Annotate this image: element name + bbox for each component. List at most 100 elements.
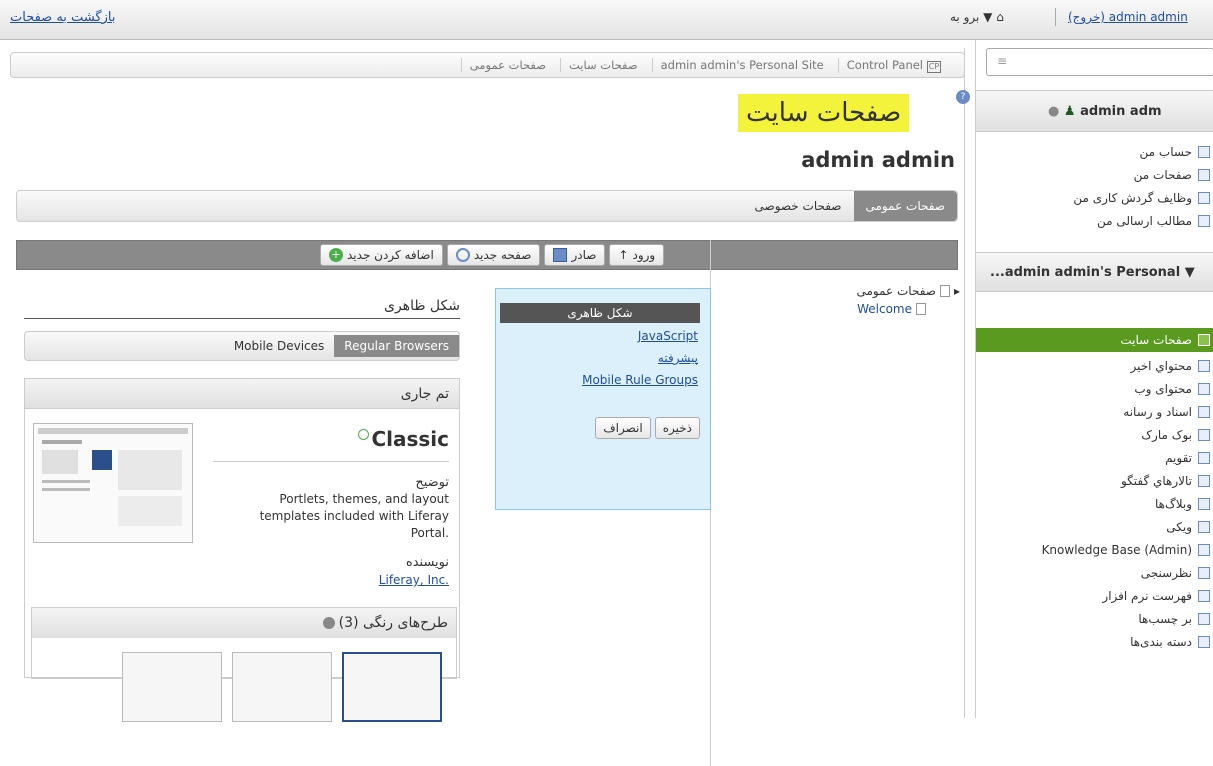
sidebar-item-label: وبلاگ‌ها (1154, 496, 1192, 511)
device-tabs: Regular Browsers Mobile Devices (24, 331, 460, 361)
appearance-title: شکل ظاهری (24, 298, 460, 319)
divider (1055, 8, 1056, 26)
arrow-up-icon: ↑ (618, 248, 629, 262)
nav-item-appearance[interactable]: شکل ظاهری (500, 303, 700, 323)
help-icon[interactable]: ? (956, 90, 970, 104)
main-content: CP Control Panel admin admin's Personal S… (10, 48, 970, 766)
control-panel-icon: CP (927, 60, 941, 73)
sidebar-item-tags[interactable]: بر چسب‌ها (976, 607, 1213, 630)
top-bar: بازگشت به صفحات ⌂ ▼ برو به admin admin (… (0, 0, 1213, 40)
sidebar-item-my-workflow[interactable]: وظایف گردش کاری من (976, 186, 1213, 209)
goto-menu[interactable]: ⌂ ▼ برو به (950, 10, 1004, 24)
submissions-icon (1198, 214, 1210, 227)
search-input[interactable]: ≡ (986, 48, 1213, 76)
back-to-pages-link[interactable]: بازگشت به صفحات (10, 10, 115, 25)
theme-selected-radio[interactable] (358, 429, 370, 440)
user-title: admin admin (801, 148, 955, 172)
sidebar-item-label: بر چسب‌ها (1138, 611, 1192, 626)
add-page-label: صفحه جدید (473, 248, 532, 262)
author-link[interactable]: Liferay, Inc. (379, 573, 449, 587)
site-selector-label: ...admin admin's Personal ▼ (990, 265, 1195, 280)
sidebar-item-label: محتوای وب (1134, 381, 1192, 396)
user-link[interactable]: admin admin (خروج) (1068, 10, 1188, 24)
breadcrumb-personal-site[interactable]: admin admin's Personal Site (651, 58, 832, 72)
color-scheme-thumb[interactable] (342, 652, 442, 722)
sidebar-user[interactable]: ● ♟ admin adm (976, 90, 1213, 132)
toolbar: ورود ↑ صادر صفحه جدید اضافه کردن جدید + (320, 244, 665, 266)
content-list: محتواي اخير محتوای وب اسناد و رسانه بوک … (976, 354, 1213, 653)
wiki-icon (1198, 520, 1210, 533)
sidebar-item-blogs[interactable]: وبلاگ‌ها (976, 492, 1213, 515)
expand-icon[interactable]: ▸ (954, 284, 960, 298)
tree-child-welcome[interactable]: Welcome (720, 302, 926, 316)
add-page-button[interactable]: صفحه جدید (446, 244, 541, 266)
sidebar-item-message-boards[interactable]: تالارهاي گفتگو (976, 469, 1213, 492)
menu-icon: ≡ (997, 54, 1008, 68)
cancel-button[interactable]: انصراف (595, 417, 651, 439)
sidebar-item-documents[interactable]: اسناد و رسانه (976, 400, 1213, 423)
nav-link-mobile-rule-groups[interactable]: Mobile Rule Groups (582, 373, 698, 387)
color-scheme-thumb[interactable] (232, 652, 332, 722)
export-button[interactable]: صادر (544, 244, 606, 266)
save-button[interactable]: ذخیره (654, 417, 700, 439)
sidebar-item-my-pages[interactable]: صفحات من (976, 163, 1213, 186)
form-buttons: ذخیره انصراف (595, 417, 700, 439)
nav-link-advanced[interactable]: پیشرفته (658, 351, 698, 365)
sidebar-item-label: محتواي اخير (1130, 358, 1192, 373)
sidebar-item-my-submissions[interactable]: مطالب ارسالی من (976, 209, 1213, 232)
breadcrumb-control-panel[interactable]: CP Control Panel (837, 57, 949, 73)
sidebar-user-name: admin adm (1080, 104, 1162, 119)
add-new-button[interactable]: اضافه کردن جدید + (320, 244, 443, 266)
sidebar-item-knowledge-base[interactable]: (Knowledge Base (Admin (976, 538, 1213, 561)
home-icon: ⌂ (996, 10, 1004, 24)
breadcrumb-public-pages[interactable]: صفحات عمومی (460, 58, 554, 72)
tab-public-pages[interactable]: صفحات عمومی (853, 191, 957, 221)
sidebar-item-my-account[interactable]: حساب من (976, 140, 1213, 163)
tab-regular-browsers[interactable]: Regular Browsers (334, 335, 459, 357)
sidebar-item-label: حساب من (1139, 144, 1192, 159)
pages-tree: ▸ صفحات عمومی Welcome (720, 284, 960, 316)
sidebar-item-web-content[interactable]: محتوای وب (976, 377, 1213, 400)
nav-link-javascript[interactable]: JavaScript (638, 329, 698, 343)
tree-root[interactable]: ▸ صفحات عمومی (720, 284, 960, 298)
sidebar-item-software-catalog[interactable]: فهرست نرم افزار (976, 584, 1213, 607)
color-schemes-box: طرح‌های رنگی (3) (31, 607, 457, 722)
pages-tabs: صفحات عمومی صفحات خصوصی (16, 190, 958, 222)
add-new-label: اضافه کردن جدید (347, 248, 434, 262)
theme-preview-image (38, 428, 188, 526)
sidebar-item-label: تالارهاي گفتگو (1120, 473, 1192, 488)
sidebar-item-categories[interactable]: دسته بندی‌ها (976, 630, 1213, 653)
sidebar-item-bookmarks[interactable]: بوک مارک (976, 423, 1213, 446)
tree-child-label[interactable]: Welcome (857, 302, 912, 316)
sidebar-item-wiki[interactable]: ویکی (976, 515, 1213, 538)
collapse-icon[interactable] (322, 617, 335, 629)
page-title: صفحات سایت (738, 94, 910, 132)
theme-name-label: Classic (371, 427, 449, 451)
color-scheme-thumb[interactable] (122, 652, 222, 722)
color-schemes-heading: طرح‌های رنگی (3) (32, 608, 456, 638)
sidebar-item-label: بوک مارک (1141, 427, 1192, 442)
account-icon (1198, 145, 1210, 158)
sidebar-item-label: فهرست نرم افزار (1102, 588, 1192, 603)
sidebar-item-label: صفحات من (1133, 167, 1192, 182)
site-selector[interactable]: ...admin admin's Personal ▼ (976, 252, 1213, 292)
sidebar-item-calendar[interactable]: تقویم (976, 446, 1213, 469)
user-name[interactable]: admin admin (1109, 10, 1188, 24)
sign-out-link[interactable]: (خروج) (1068, 10, 1105, 24)
tree-root-label[interactable]: صفحات عمومی (856, 284, 936, 298)
page-icon (916, 303, 926, 315)
export-label: صادر (571, 248, 597, 262)
bookmark-icon (1198, 428, 1210, 441)
sidebar-item-site-pages[interactable]: صفحات سایت (976, 328, 1213, 352)
import-button[interactable]: ورود ↑ (609, 244, 665, 266)
message-boards-icon (1198, 474, 1210, 487)
tab-private-pages[interactable]: صفحات خصوصی (743, 193, 854, 219)
sidebar-item-polls[interactable]: نظرسنجی (976, 561, 1213, 584)
pages-icon (1198, 168, 1210, 181)
goto-label[interactable]: ▼ برو به (950, 10, 992, 24)
sidebar-item-recent-content[interactable]: محتواي اخير (976, 354, 1213, 377)
tab-mobile-devices[interactable]: Mobile Devices (224, 335, 334, 357)
breadcrumb-site-pages[interactable]: صفحات سایت (559, 58, 646, 72)
description-label: توضیح (415, 475, 449, 490)
knowledge-base-icon (1198, 543, 1210, 556)
